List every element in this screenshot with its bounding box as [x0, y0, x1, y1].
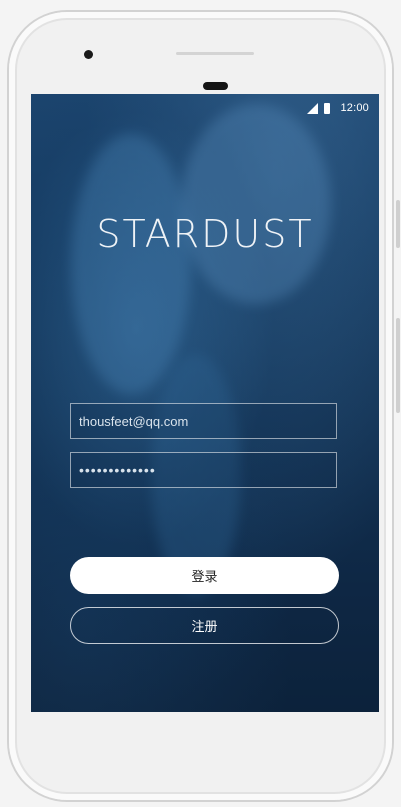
battery-icon	[324, 102, 331, 114]
login-button[interactable]: 登录	[70, 557, 339, 594]
background-texture	[71, 134, 191, 394]
front-camera	[84, 50, 93, 59]
volume-button	[396, 200, 400, 248]
speaker-grille	[176, 52, 254, 55]
earpiece	[203, 82, 228, 90]
signal-icon	[307, 102, 319, 114]
register-button[interactable]: 注册	[70, 607, 339, 644]
status-bar: 12:00	[307, 101, 369, 115]
background-texture	[181, 104, 331, 304]
app-logo: STARDUST	[96, 212, 314, 256]
email-field[interactable]: thousfeet@qq.com	[70, 403, 337, 439]
password-field[interactable]: •••••••••••••	[70, 452, 337, 488]
power-button	[396, 318, 400, 413]
status-time: 12:00	[340, 102, 369, 114]
app-screen: 12:00 STARDUST thousfeet@qq.com ••••••••…	[31, 94, 379, 712]
